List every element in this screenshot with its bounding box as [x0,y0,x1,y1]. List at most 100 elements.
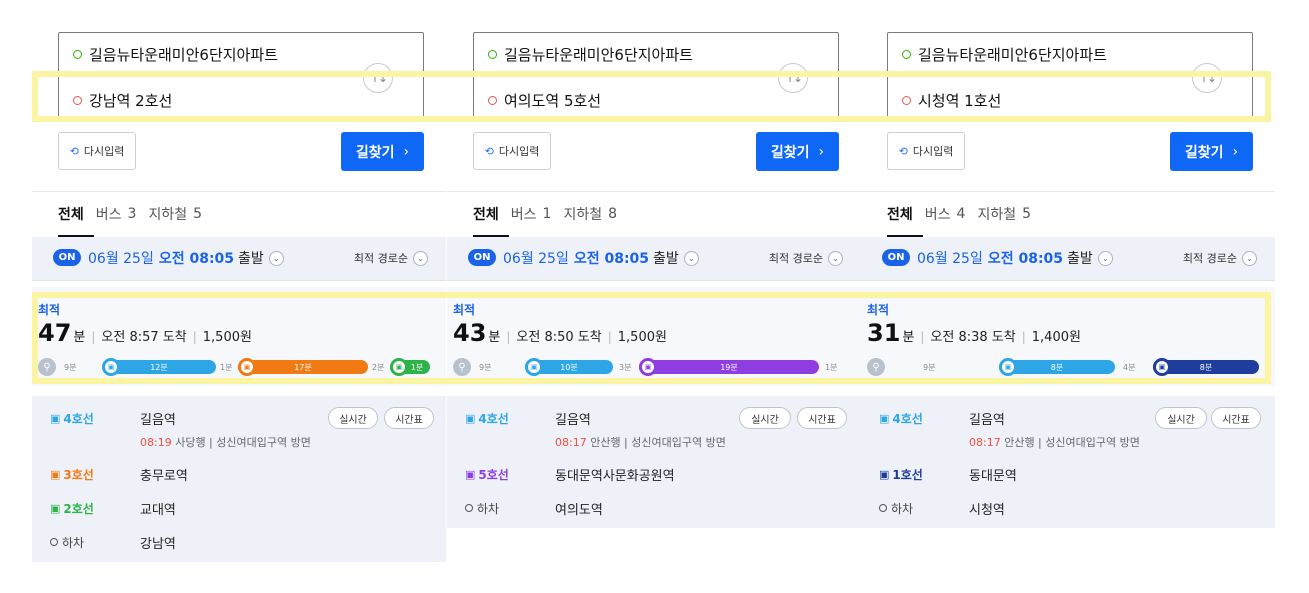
chevron-right-icon: › [1232,143,1239,160]
duration-minutes: 47 [38,319,72,347]
line-name: 4호선 [892,411,923,426]
swap-icon[interactable]: ↑↓ [778,63,808,93]
origin-field[interactable]: 길음뉴타운래미안6단지아파트 [488,42,693,66]
departure-clock: 오전 08:05 [158,251,235,267]
tab-label: 버스 [95,207,122,223]
on-toggle[interactable]: ON [468,249,496,266]
fare: 1,400원 [1031,330,1081,345]
subway-icon: ▣ [50,467,61,481]
reset-button[interactable]: ⟲ 다시입력 [473,132,551,170]
departure-time[interactable]: 06월 25일 오전 08:05 출발 ⌄ [917,248,1113,268]
transfer-time: 4분 [1123,363,1136,372]
origin-field[interactable]: 길음뉴타운래미안6단지아파트 [902,42,1107,66]
station-name: 동대문역 [969,468,1017,484]
departure-bar: ON 06월 25일 오전 08:05 출발 ⌄ 최적 경로순 ⌄ [447,237,861,281]
swap-icon[interactable]: ↑↓ [363,63,393,93]
chevron-right-icon: › [818,143,825,160]
departure-suffix: 출발 [1067,251,1093,267]
destination-field[interactable]: 여의도역 5호선 [488,88,601,112]
subway-icon: ▣ [879,411,890,425]
origin-dot-icon [902,49,911,59]
realtime-button[interactable]: 실시간 [739,407,791,429]
tab-label: 버스 [510,207,537,223]
station-name: 교대역 [140,502,176,518]
subway-icon: ▣ [1153,358,1171,376]
station-name: 여의도역 [555,502,603,518]
subway-icon: ▣ [525,358,543,376]
line-name: 2호선 [63,501,94,516]
destination-field[interactable]: 강남역 2호선 [73,88,172,112]
walk-time: 9분 [923,363,936,372]
find-route-button[interactable]: 길찾기 › [341,132,424,171]
walk-time: 9분 [479,363,492,372]
route-summary[interactable]: 최적 43 분 | 오전 8:50 도착 | 1,500원 ⚲ 9분 10분 ▣ 3분 1… [447,287,861,386]
duration-minutes: 31 [867,319,901,347]
station-name: 길음역 [140,412,176,428]
departure-clock: 오전 08:05 [987,251,1064,267]
tab-count: 1 [542,206,552,222]
chevron-down-icon: ⌄ [1097,250,1113,266]
best-label: 최적 [38,303,61,317]
segment-time: 1분 [410,362,424,372]
tab-count: 8 [608,206,618,222]
train-info: 08:19 사당행 | 성신여대입구역 방면 [140,434,311,450]
subway-icon: ▣ [465,467,476,481]
station-name: 동대문역사문화공원역 [555,468,675,484]
tab-all[interactable]: 전체 [887,204,913,224]
exit-label: 하차 [62,535,85,550]
destination-field[interactable]: 시청역 1호선 [902,88,1001,112]
timetable-button[interactable]: 시간표 [797,407,847,429]
step-row: ▣ 2호선 교대역 [32,497,446,519]
swap-icon[interactable]: ↑↓ [1192,63,1222,93]
walk-icon: ⚲ [867,358,885,376]
origin-field[interactable]: 길음뉴타운래미안6단지아파트 [73,42,278,66]
segment-line5: 19분 [639,360,819,374]
timetable-button[interactable]: 시간표 [384,407,434,429]
refresh-icon: ⟲ [898,144,908,158]
sort-select[interactable]: 최적 경로순 ⌄ [1183,250,1257,266]
departure-time[interactable]: 06월 25일 오전 08:05 출발 ⌄ [503,248,699,268]
tab-subway[interactable]: 지하철 5 [148,204,202,224]
tab-all[interactable]: 전체 [58,204,84,224]
departure-time[interactable]: 06월 25일 오전 08:05 출발 ⌄ [88,248,284,268]
train-info: 08:17 안산행 | 성신여대입구역 방면 [969,434,1140,450]
route-summary[interactable]: 최적 31 분 | 오전 8:38 도착 | 1,400원 ⚲ 9분 8분 ▣ 4분 8분… [861,287,1275,386]
tab-label: 지하철 [563,207,603,223]
route-timeline: ⚲ 9분 12분 ▣ 1분 17분 ▣ 2분 1분 ▣ [38,358,432,376]
reset-button[interactable]: ⟲ 다시입력 [887,132,965,170]
sort-select[interactable]: 최적 경로순 ⌄ [354,250,428,266]
on-toggle[interactable]: ON [882,249,910,266]
timetable-button[interactable]: 시간표 [1211,407,1261,429]
step-row: ▣ 5호선 동대문역사문화공원역 [447,463,861,485]
walk-icon: ⚲ [38,358,56,376]
destination-text: 시청역 1호선 [918,91,1002,110]
reset-button[interactable]: ⟲ 다시입력 [58,132,136,170]
subway-icon: ▣ [238,358,256,376]
station-name: 길음역 [969,412,1005,428]
train-time: 08:17 [969,436,1001,449]
line-name: 4호선 [478,411,509,426]
chevron-down-icon: ⌄ [828,250,843,266]
tab-bus[interactable]: 버스 3 [96,204,137,224]
subway-icon: ▣ [879,467,890,481]
destination-dot-icon [902,95,911,105]
tab-subway[interactable]: 지하철 5 [977,204,1031,224]
tab-bus[interactable]: 버스 4 [925,204,966,224]
tab-bus[interactable]: 버스 1 [511,204,552,224]
find-route-button[interactable]: 길찾기 › [756,132,839,171]
find-route-button[interactable]: 길찾기 › [1170,132,1253,171]
tab-subway[interactable]: 지하철 8 [563,204,617,224]
subway-icon: ▣ [639,358,657,376]
realtime-button[interactable]: 실시간 [1155,407,1207,429]
find-label: 길찾기 [770,144,810,161]
tab-all[interactable]: 전체 [473,204,499,224]
on-toggle[interactable]: ON [53,249,81,266]
tab-label: 지하철 [977,207,1017,223]
realtime-button[interactable]: 실시간 [328,407,378,429]
route-summary[interactable]: 최적 47 분 | 오전 8:57 도착 | 1,500원 ⚲ 9분 12분 ▣ 1분 1… [32,287,446,386]
duration-unit: 분 [488,330,501,345]
destination-dot-icon [73,95,82,105]
sort-select[interactable]: 최적 경로순 ⌄ [769,250,843,266]
subway-icon: ▣ [999,358,1017,376]
segment-time: 10분 [560,362,578,372]
